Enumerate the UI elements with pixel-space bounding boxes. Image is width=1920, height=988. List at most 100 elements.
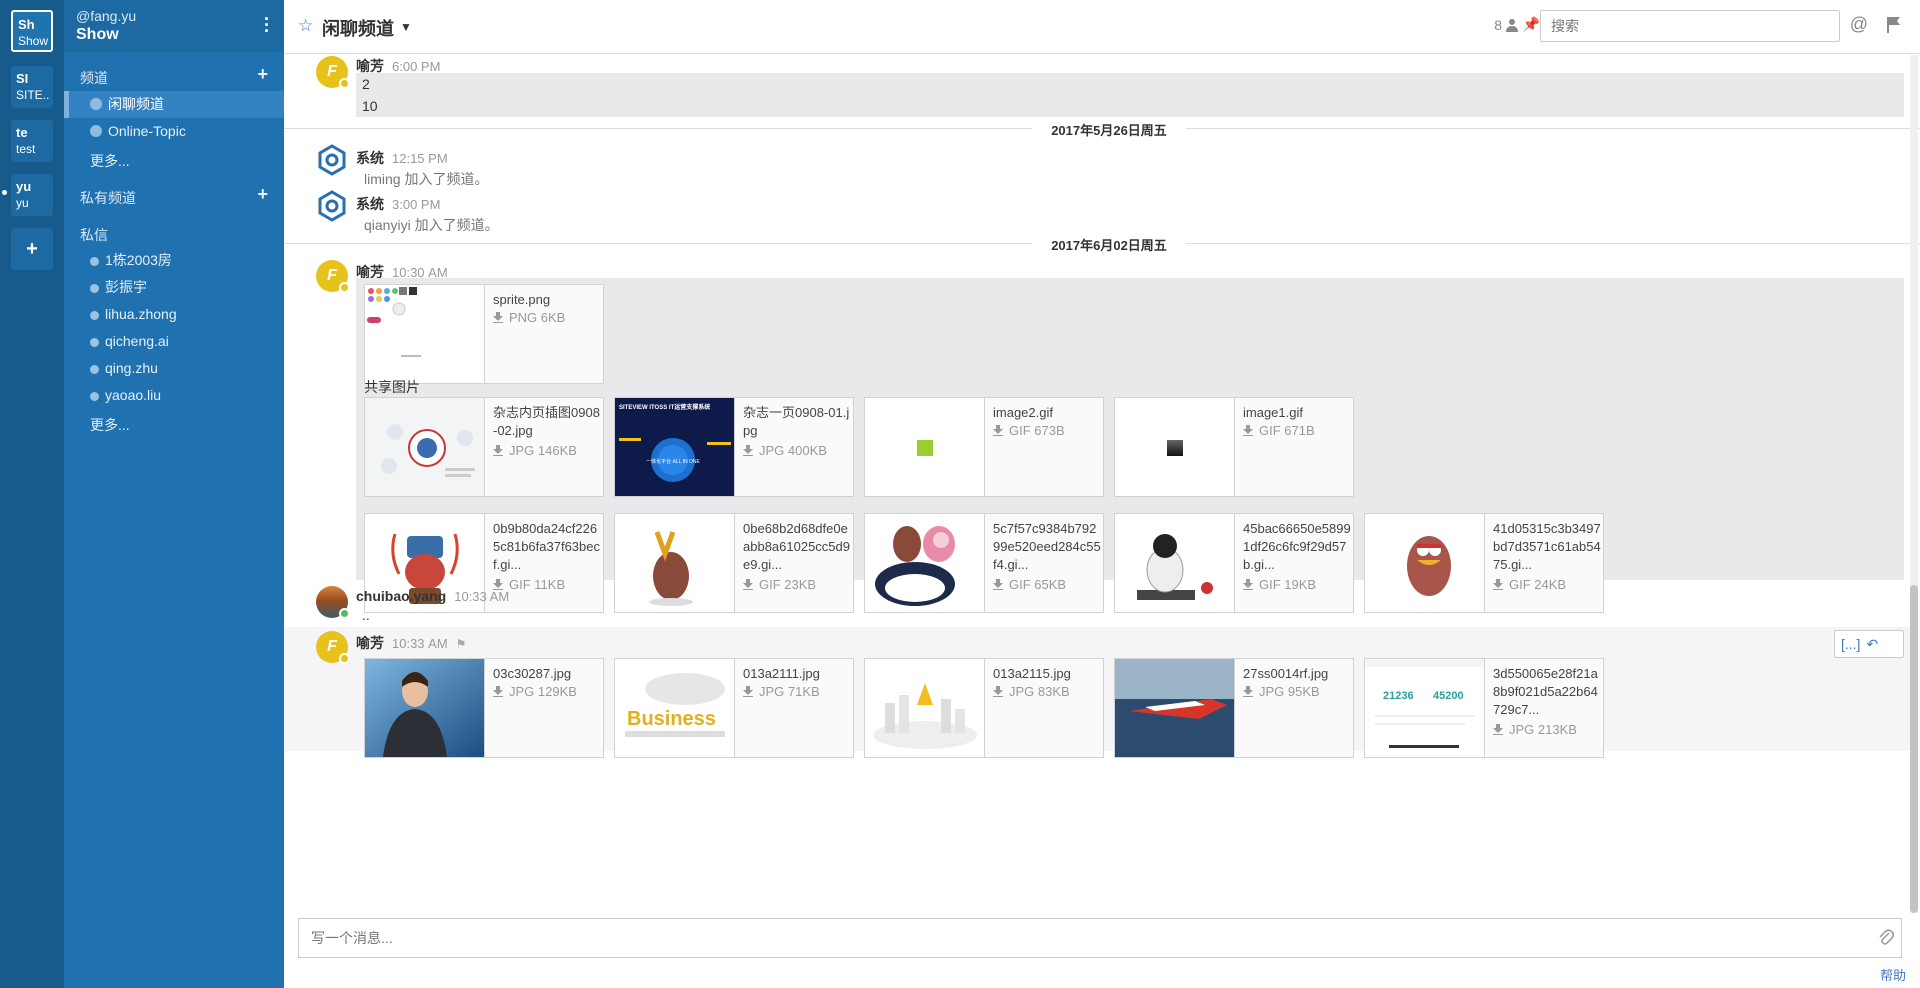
more-channels-link[interactable]: 更多... [90, 151, 130, 171]
download-icon[interactable] [1243, 425, 1253, 436]
file-attachment[interactable]: 5c7f57c9384b79299e520eed284c55f4.gi... G… [864, 513, 1104, 613]
message-sender[interactable]: 喻芳 10:33 AM ⚑ [356, 633, 466, 653]
file-attachment[interactable]: 013a2115.jpg JPG 83KB [864, 658, 1104, 758]
file-thumbnail[interactable] [365, 659, 485, 757]
file-attachment[interactable]: 27ss0014rf.jpg JPG 95KB [1114, 658, 1354, 758]
file-thumbnail[interactable] [365, 398, 485, 496]
file-attachment[interactable]: Business 013a2111.jpg JPG 71KB [614, 658, 854, 758]
file-thumbnail[interactable] [1115, 398, 1235, 496]
group-dm-icon [90, 338, 99, 347]
sidebar-item-dm[interactable]: qicheng.ai [64, 328, 284, 355]
file-name[interactable]: 013a2115.jpg [993, 665, 1101, 683]
sidebar-item-online-topic[interactable]: Online-Topic [64, 118, 284, 145]
download-icon[interactable] [743, 686, 753, 697]
mention-icon[interactable]: @ [1850, 14, 1868, 35]
file-thumbnail[interactable] [615, 514, 735, 612]
team-button-show[interactable]: Sh Show [11, 10, 53, 52]
download-icon[interactable] [1493, 579, 1503, 590]
team-button-siteview[interactable]: SI SITE... [11, 66, 53, 108]
member-icon[interactable] [1506, 18, 1518, 32]
file-attachment[interactable]: 0be68b2d68dfe0eabb8a61025cc5d9e9.gi... G… [614, 513, 854, 613]
file-thumbnail[interactable]: SITEVIEW ITOSS IT运营支撑系统 一体化平台 ALL IN ONE [615, 398, 735, 496]
download-icon[interactable] [743, 445, 753, 456]
file-attachment[interactable]: image1.gif GIF 671B [1114, 397, 1354, 497]
file-name[interactable]: sprite.png [493, 291, 601, 309]
file-name[interactable]: 41d05315c3b3497bd7d3571c61ab5475.gi... [1493, 520, 1601, 574]
file-thumbnail[interactable] [365, 285, 485, 383]
file-thumbnail[interactable]: 21236 45200 [1365, 659, 1485, 757]
file-size: GIF 24KB [1509, 577, 1567, 592]
file-name[interactable]: image1.gif [1243, 404, 1351, 422]
message-input[interactable] [298, 918, 1902, 958]
file-name[interactable]: 013a2111.jpg [743, 665, 851, 683]
download-icon[interactable] [1243, 686, 1253, 697]
download-icon[interactable] [993, 579, 1003, 590]
file-thumbnail[interactable] [865, 659, 985, 757]
sidebar-item-dm[interactable]: qing.zhu [64, 355, 284, 382]
channel-title[interactable]: 闲聊频道 [322, 15, 394, 41]
download-icon[interactable] [743, 579, 753, 590]
file-attachment[interactable]: image2.gif GIF 673B [864, 397, 1104, 497]
member-count[interactable]: 8 [1494, 17, 1502, 33]
file-size: JPG 71KB [759, 684, 820, 699]
file-name[interactable]: 27ss0014rf.jpg [1243, 665, 1351, 683]
sidebar-item-dm[interactable]: 彭振宇 [64, 274, 284, 301]
download-icon[interactable] [993, 686, 1003, 697]
file-attachment[interactable]: 杂志内页插图0908-02.jpg JPG 146KB [364, 397, 604, 497]
team-button-test[interactable]: te test [11, 120, 53, 162]
file-name[interactable]: 杂志内页插图0908-02.jpg [493, 404, 601, 440]
scrollbar[interactable] [1910, 55, 1918, 913]
pin-icon[interactable]: 📌 [1523, 16, 1540, 33]
star-icon[interactable]: ☆ [298, 16, 313, 36]
more-actions-button[interactable]: [...] [1841, 636, 1860, 652]
file-thumbnail[interactable] [1115, 514, 1235, 612]
file-name[interactable]: 03c30287.jpg [493, 665, 601, 683]
sidebar-item-chat[interactable]: 闲聊频道 [64, 91, 284, 118]
flag-icon[interactable]: ⚑ [456, 637, 467, 651]
reply-icon[interactable]: ↶ [1866, 636, 1878, 652]
file-attachment[interactable]: 21236 45200 3d550065e28f21a8b9f021d5a22b… [1364, 658, 1604, 758]
scrollbar-thumb[interactable] [1910, 585, 1918, 913]
file-name[interactable]: 0be68b2d68dfe0eabb8a61025cc5d9e9.gi... [743, 520, 851, 574]
search-input[interactable] [1540, 10, 1840, 42]
file-thumbnail[interactable] [1115, 659, 1235, 757]
download-icon[interactable] [493, 445, 503, 456]
file-name[interactable]: 45bac66650e58991df26c6fc9f29d57b.gi... [1243, 520, 1351, 574]
download-icon[interactable] [1493, 724, 1503, 735]
message-time: 3:00 PM [392, 197, 441, 212]
sidebar-item-dm[interactable]: yaoao.liu [64, 382, 284, 409]
file-attachment[interactable]: sprite.png PNG 6KB [364, 284, 604, 384]
file-thumbnail[interactable] [865, 398, 985, 496]
message-sender[interactable]: chuibao.yang 10:33 AM [356, 588, 509, 604]
file-thumbnail[interactable] [1365, 514, 1485, 612]
sidebar-item-dm[interactable]: lihua.zhong [64, 301, 284, 328]
file-name[interactable]: image2.gif [993, 404, 1101, 422]
add-channel-button[interactable]: + [257, 64, 268, 85]
file-name[interactable]: 5c7f57c9384b79299e520eed284c55f4.gi... [993, 520, 1101, 574]
sidebar-item-dm[interactable]: 1栋2003房 [64, 247, 284, 274]
download-icon[interactable] [1243, 579, 1253, 590]
message-list[interactable]: F 喻芳 6:00 PM 2 10 2017年5月26日周五 系统 12:15 PM… [284, 55, 1920, 913]
main-menu-icon[interactable]: · · · [264, 10, 270, 40]
chevron-down-icon[interactable]: ▼ [400, 20, 412, 34]
file-attachment[interactable]: SITEVIEW ITOSS IT运营支撑系统 一体化平台 ALL IN ONE… [614, 397, 854, 497]
file-thumbnail[interactable] [865, 514, 985, 612]
more-dms-link[interactable]: 更多... [90, 415, 130, 435]
file-attachment[interactable]: 45bac66650e58991df26c6fc9f29d57b.gi... G… [1114, 513, 1354, 613]
file-name[interactable]: 0b9b80da24cf2265c81b6fa37f63becf.gi... [493, 520, 601, 574]
flag-icon[interactable] [1886, 16, 1902, 34]
add-private-channel-button[interactable]: + [257, 184, 268, 205]
download-icon[interactable] [493, 686, 503, 697]
team-button-yu[interactable]: yu yu [11, 174, 53, 216]
download-icon[interactable] [493, 312, 503, 323]
add-team-button[interactable]: + [11, 228, 53, 270]
help-link[interactable]: 帮助 [1880, 965, 1906, 984]
attachment-icon[interactable] [1878, 928, 1894, 948]
message-actions[interactable]: [...] ↶ [1834, 630, 1904, 658]
file-name[interactable]: 杂志一页0908-01.jpg [743, 404, 851, 440]
file-name[interactable]: 3d550065e28f21a8b9f021d5a22b64729c7... [1493, 665, 1601, 719]
file-thumbnail[interactable]: Business [615, 659, 735, 757]
file-attachment[interactable]: 41d05315c3b3497bd7d3571c61ab5475.gi... G… [1364, 513, 1604, 613]
download-icon[interactable] [993, 425, 1003, 436]
file-attachment[interactable]: 03c30287.jpg JPG 129KB [364, 658, 604, 758]
